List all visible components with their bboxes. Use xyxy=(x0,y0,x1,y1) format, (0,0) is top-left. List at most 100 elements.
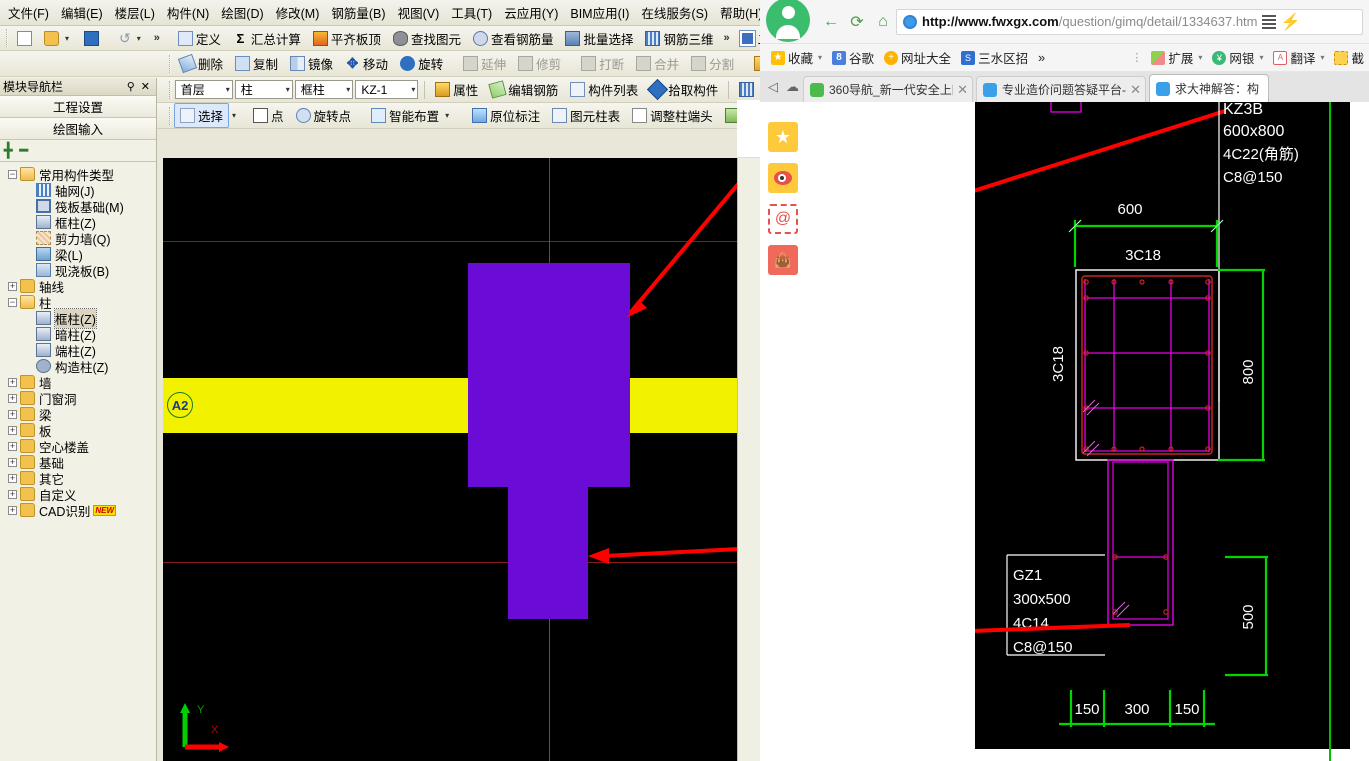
lightning-icon[interactable]: ⚡ xyxy=(1281,12,1301,32)
component-type-select[interactable]: 柱▾ xyxy=(235,80,293,99)
rotate-button[interactable]: 旋转 xyxy=(394,51,449,76)
select-tool-button[interactable]: 选择 xyxy=(174,103,229,128)
cad-vertical-scrollbar[interactable] xyxy=(737,158,760,761)
tree-expander-icon[interactable]: + xyxy=(8,442,17,451)
bookmark-sanshui[interactable]: S三水区招 xyxy=(956,46,1033,69)
tree-expander-icon[interactable]: − xyxy=(8,298,17,307)
in-place-annotation-button[interactable]: 原位标注 xyxy=(466,103,546,128)
define-button[interactable]: 定义 xyxy=(172,26,227,51)
menu-online-service[interactable]: 在线服务(S) xyxy=(635,0,714,25)
toolbar-grip[interactable] xyxy=(169,81,172,99)
close-icon[interactable]: ✕ xyxy=(138,80,153,93)
weibo-icon[interactable] xyxy=(768,163,798,193)
merge-button[interactable]: 合并 xyxy=(630,51,685,76)
at-mention-icon[interactable]: @ xyxy=(768,204,798,234)
tree-item-15[interactable]: +梁 xyxy=(4,406,156,422)
batch-select-button[interactable]: 批量选择 xyxy=(559,26,639,51)
toolbar-grip[interactable] xyxy=(169,55,171,73)
point-tool-button[interactable]: 点 xyxy=(247,103,290,128)
tree-item-18[interactable]: +基础 xyxy=(4,454,156,470)
menu-view[interactable]: 视图(V) xyxy=(392,0,446,25)
tab-question-detail[interactable]: 求大神解答：构 xyxy=(1149,74,1269,102)
wall-element[interactable] xyxy=(163,378,737,433)
move-button[interactable]: ✥移动 xyxy=(339,51,394,76)
menu-tools[interactable]: 工具(T) xyxy=(445,0,498,25)
properties-button[interactable]: 属性 xyxy=(429,77,484,102)
tab-close-icon[interactable]: ✕ xyxy=(953,82,968,98)
view-2d-button[interactable]: 二维▾ xyxy=(734,26,760,51)
online-bank-button[interactable]: ¥网银▾ xyxy=(1207,46,1268,69)
address-bar[interactable]: http://www.fwxgx.com/question/gimq/detai… xyxy=(896,9,1363,35)
menu-rebar-qty[interactable]: 钢筋量(B) xyxy=(325,0,391,25)
tree-item-7[interactable]: +轴线 xyxy=(4,278,156,294)
toolbar-overflow-1[interactable]: » xyxy=(150,32,164,44)
extend-button[interactable]: 延伸 xyxy=(457,51,512,76)
view-rebar-qty-button[interactable]: 查看钢筋量 xyxy=(467,26,560,51)
rebar-3d-button[interactable]: 钢筋三维 xyxy=(639,26,719,51)
star-icon[interactable]: ★ xyxy=(768,122,798,152)
trim-button[interactable]: 修剪 xyxy=(512,51,567,76)
axis-bubble-a2[interactable]: A2 xyxy=(167,392,193,418)
new-file-button[interactable] xyxy=(11,28,38,49)
save-button[interactable] xyxy=(78,28,105,49)
column-element-upper[interactable] xyxy=(468,263,630,487)
component-name-select[interactable]: KZ-1▾ xyxy=(355,80,418,99)
cloud-icon[interactable]: ☁ xyxy=(782,72,803,102)
tree-item-12[interactable]: 构造柱(Z) xyxy=(4,358,156,374)
tree-item-6[interactable]: 现浇板(B) xyxy=(4,262,156,278)
menu-edit[interactable]: 编辑(E) xyxy=(55,0,109,25)
floor-select[interactable]: 首层▾ xyxy=(175,80,233,99)
tree-expander-icon[interactable]: + xyxy=(8,506,17,515)
tab-close-icon[interactable]: ✕ xyxy=(1126,82,1141,98)
menu-component[interactable]: 构件(N) xyxy=(161,0,215,25)
bookmark-google[interactable]: 8谷歌 xyxy=(827,46,879,69)
drawing-input-button[interactable]: 绘图输入 xyxy=(0,118,156,140)
tree-expander-icon[interactable]: + xyxy=(8,426,17,435)
menu-floor[interactable]: 楼层(L) xyxy=(109,0,161,25)
tree-item-13[interactable]: +墙 xyxy=(4,374,156,390)
tree-expander-icon[interactable]: + xyxy=(8,282,17,291)
toolbar-grip[interactable] xyxy=(169,107,171,125)
tab-scroll-prev[interactable]: ◁ xyxy=(764,72,782,102)
tree-item-21[interactable]: +CAD识别NEW xyxy=(4,502,156,518)
flat-slab-top-button[interactable]: 平齐板顶 xyxy=(307,26,387,51)
home-button[interactable]: ⌂ xyxy=(870,9,896,35)
break-button[interactable]: 打断 xyxy=(575,51,630,76)
bookmark-favorites[interactable]: ★收藏▾ xyxy=(766,46,827,69)
project-settings-button[interactable]: 工程设置 xyxy=(0,96,156,118)
tree-expander-icon[interactable]: − xyxy=(8,170,17,179)
qr-code-icon[interactable] xyxy=(1262,15,1276,29)
tree-item-17[interactable]: +空心楼盖 xyxy=(4,438,156,454)
component-subtype-select[interactable]: 框柱▾ xyxy=(295,80,354,99)
bookmark-site-directory[interactable]: +网址大全 xyxy=(879,46,956,69)
mirror-button[interactable]: 镜像 xyxy=(284,51,339,76)
align-button[interactable]: 对齐 xyxy=(748,51,760,76)
tab-glodon-qa[interactable]: 专业造价问题答疑平台-广联 ✕ xyxy=(976,76,1146,102)
tree-expander-icon[interactable]: + xyxy=(8,474,17,483)
undo-button[interactable]: ↺▾ xyxy=(113,27,150,50)
rebar-detail-drawing[interactable]: KZ3B 600x800 4C22(角筋) C8@150 600 3C18 3C… xyxy=(975,102,1350,749)
tree-item-19[interactable]: +其它 xyxy=(4,470,156,486)
bookmark-overflow[interactable]: » xyxy=(1033,49,1050,67)
toolbar-overflow-2[interactable]: » xyxy=(720,32,734,44)
copy-button[interactable]: 复制 xyxy=(229,51,284,76)
back-button[interactable]: ← xyxy=(818,9,844,35)
adjust-column-head-button[interactable]: 调整柱端头 xyxy=(626,103,719,128)
cad-drawing-canvas[interactable]: A2 Y X xyxy=(163,158,737,761)
menu-cloud-app[interactable]: 云应用(Y) xyxy=(498,0,564,25)
split-button[interactable]: 分割 xyxy=(685,51,740,76)
pin-icon[interactable]: ⚲ xyxy=(124,80,138,93)
tree-expander-icon[interactable]: + xyxy=(8,378,17,387)
smart-layout-button[interactable]: 智能布置▾ xyxy=(365,103,458,128)
extensions-button[interactable]: 扩展▾ xyxy=(1146,46,1207,69)
tab-360-nav[interactable]: 360导航_新一代安全上网导航 ✕ xyxy=(803,76,973,102)
delete-button[interactable]: 删除 xyxy=(174,51,229,76)
menu-draw[interactable]: 绘图(D) xyxy=(215,0,269,25)
menu-help[interactable]: 帮助(H) xyxy=(714,0,760,25)
tree-expander-icon[interactable]: + xyxy=(8,394,17,403)
screenshot-button[interactable]: 截 xyxy=(1329,46,1369,69)
edit-rebar-button[interactable]: 编辑钢筋 xyxy=(484,77,564,102)
add-icon[interactable]: ╋ xyxy=(4,142,12,159)
open-file-button[interactable]: ▾ xyxy=(38,28,78,49)
find-element-button[interactable]: 查找图元 xyxy=(387,26,467,51)
